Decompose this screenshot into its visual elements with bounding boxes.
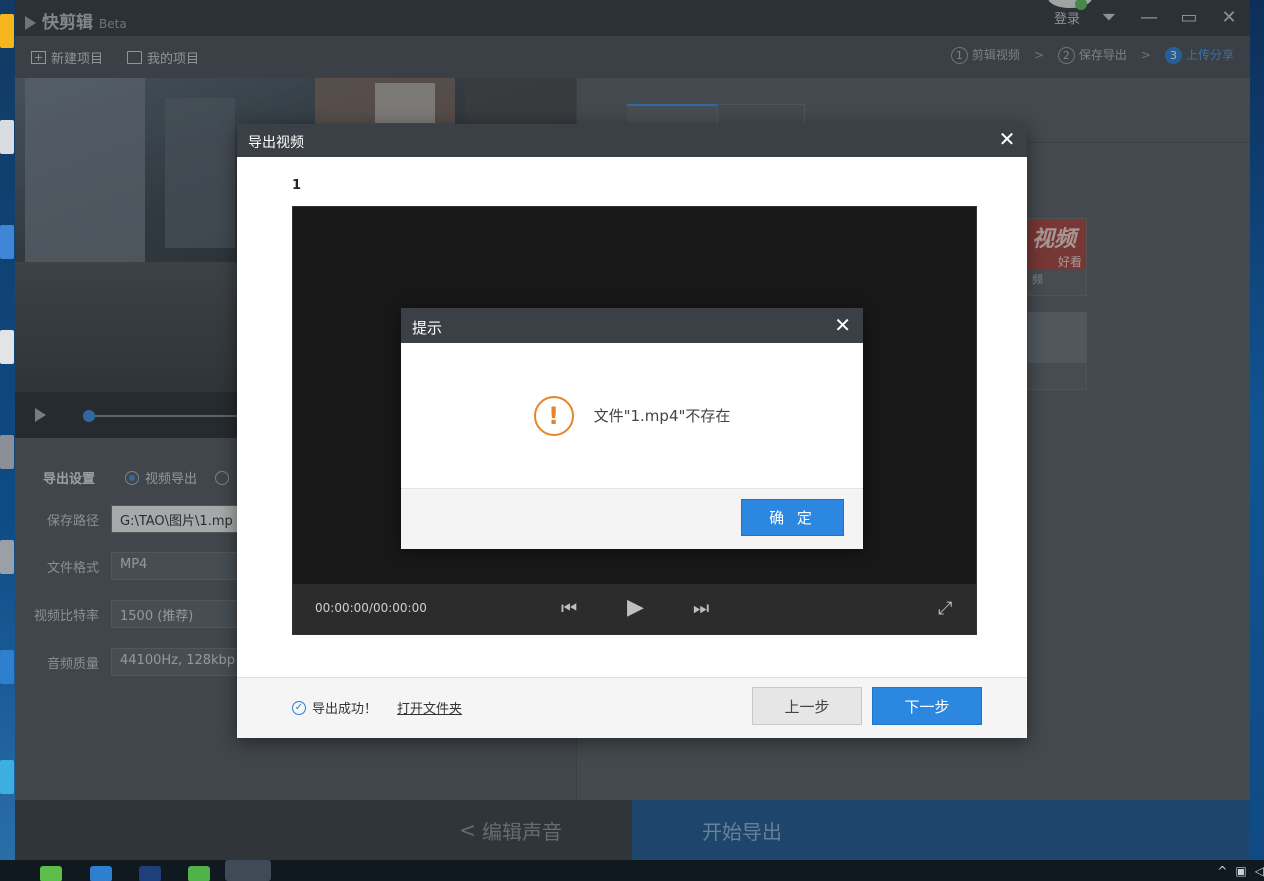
file-number: 1: [292, 178, 302, 193]
desktop-icon[interactable]: [0, 435, 14, 469]
alert-message: 文件"1.mp4"不存在: [593, 407, 731, 425]
previous-icon[interactable]: ⏮: [561, 598, 577, 619]
system-tray: ^ ▣ ◁: [1217, 864, 1264, 878]
taskbar-app-icon[interactable]: [40, 866, 62, 881]
export-dialog-footer: ✓ 导出成功！ 打开文件夹 上一步 下一步: [237, 677, 1027, 738]
player-time: 00:00:00/00:00:00: [315, 601, 427, 615]
alert-dialog: 提示 ✕ ! 文件"1.mp4"不存在 确 定: [401, 308, 863, 549]
play-icon[interactable]: ▶: [627, 595, 644, 620]
prev-step-button[interactable]: 上一步: [752, 687, 862, 725]
open-folder-link[interactable]: 打开文件夹: [397, 698, 462, 717]
alert-title: 提示: [412, 319, 443, 337]
ok-button[interactable]: 确 定: [741, 499, 844, 536]
desktop-right-edge: [1249, 0, 1264, 860]
taskbar-active-app[interactable]: [225, 860, 271, 881]
alert-header: 提示 ✕: [401, 308, 863, 343]
taskbar: ^ ▣ ◁: [0, 860, 1264, 881]
check-icon: ✓: [292, 700, 306, 715]
close-icon[interactable]: ✕: [834, 315, 851, 335]
tray-volume-icon[interactable]: ◁: [1255, 864, 1264, 878]
desktop-icon[interactable]: [0, 14, 14, 48]
taskbar-wechat-icon[interactable]: [188, 866, 210, 881]
fullscreen-icon[interactable]: ⤢: [938, 598, 952, 619]
warning-icon: !: [533, 395, 574, 436]
desktop-icon[interactable]: [0, 330, 14, 364]
export-status: ✓ 导出成功！ 打开文件夹: [292, 698, 462, 717]
alert-body: ! 文件"1.mp4"不存在: [401, 343, 863, 488]
desktop-left-edge: [0, 0, 15, 860]
desktop-icon[interactable]: [0, 760, 14, 794]
next-icon[interactable]: ⏭: [693, 598, 709, 619]
next-step-button[interactable]: 下一步: [872, 687, 982, 725]
taskbar-photoshop-icon[interactable]: [139, 866, 161, 881]
export-success-text: 导出成功！: [312, 702, 378, 717]
export-dialog-title: 导出视频: [248, 135, 304, 151]
close-icon[interactable]: ✕: [997, 129, 1017, 149]
tray-network-icon[interactable]: ▣: [1235, 864, 1246, 878]
export-dialog-header: 导出视频 ✕: [237, 124, 1027, 157]
desktop-icon[interactable]: [0, 225, 14, 259]
player-controls: 00:00:00/00:00:00 ⏮ ▶ ⏭ ⤢: [293, 584, 976, 634]
taskbar-app-icon[interactable]: [90, 866, 112, 881]
tray-chevron-icon[interactable]: ^: [1217, 864, 1227, 878]
desktop-icon[interactable]: [0, 650, 14, 684]
desktop-icon[interactable]: [0, 540, 14, 574]
alert-footer: 确 定: [401, 488, 863, 549]
desktop-icon[interactable]: [0, 120, 14, 154]
